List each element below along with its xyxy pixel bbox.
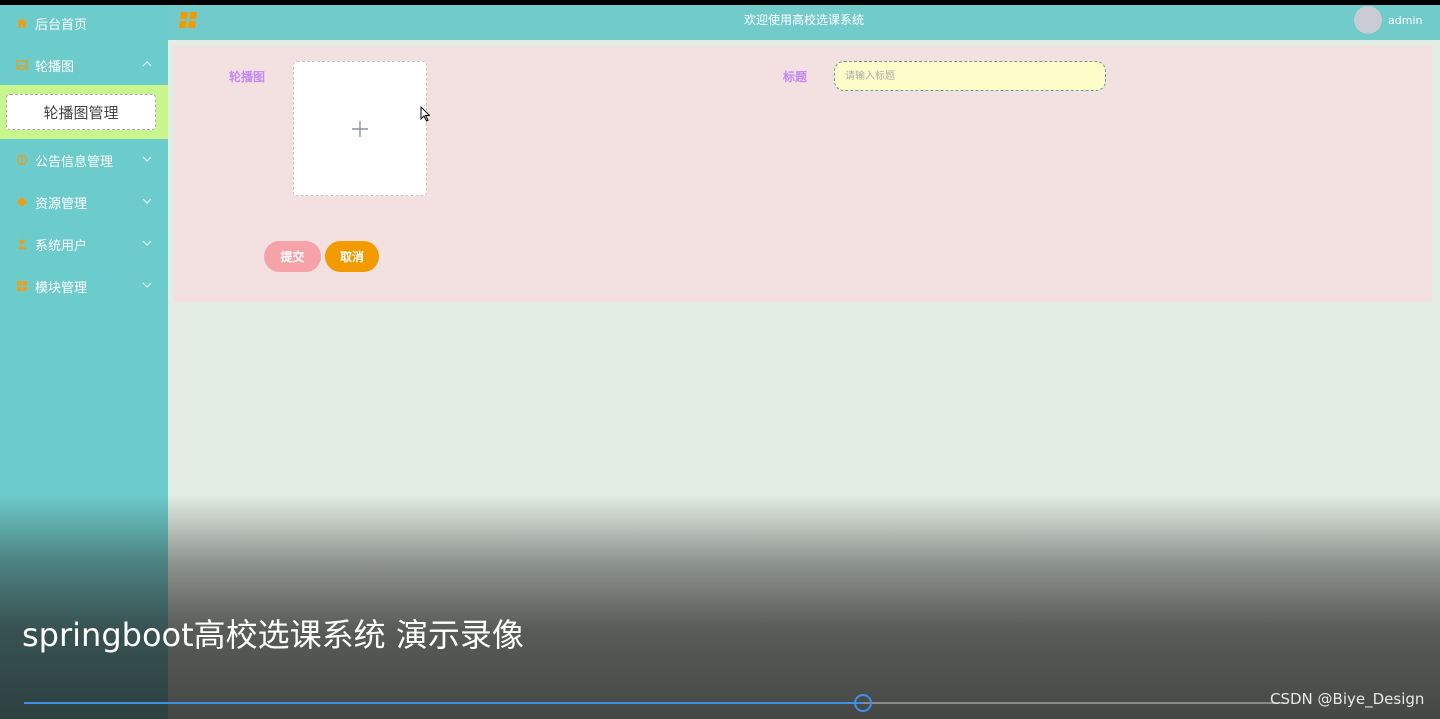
menu-toggle-icon[interactable]	[179, 11, 199, 29]
sidebar-item-home[interactable]: 后台首页	[0, 5, 168, 41]
cancel-button[interactable]: 取消	[325, 241, 379, 272]
sidebar-item-label: 后台首页	[35, 17, 88, 33]
title-label: 标题	[783, 70, 808, 84]
sidebar-item-label: 资源管理	[35, 196, 88, 212]
chevron-down-icon	[142, 156, 152, 162]
diamond-icon	[16, 196, 28, 208]
mouse-cursor-icon	[420, 106, 430, 122]
plus-icon	[352, 120, 368, 137]
sidebar-item-label: 轮播图	[35, 59, 75, 75]
chevron-down-icon	[142, 240, 152, 246]
chevron-up-icon	[142, 61, 152, 67]
sidebar-item-carousel[interactable]: 轮播图	[0, 47, 168, 83]
submenu-item-label: 轮播图管理	[43, 103, 119, 122]
image-uploader[interactable]	[293, 61, 427, 196]
sidebar-item-label: 公告信息管理	[35, 154, 114, 170]
submenu-active-bg: 轮播图管理	[0, 85, 168, 139]
top-header: 欢迎使用高校选课系统 admin	[168, 5, 1440, 40]
image-icon	[16, 59, 28, 71]
sidebar-item-label: 模块管理	[35, 280, 88, 296]
user-icon	[16, 238, 28, 250]
video-progress-fill	[24, 702, 863, 704]
submenu-item-carousel-management[interactable]: 轮播图管理	[6, 94, 156, 130]
avatar[interactable]	[1354, 6, 1382, 34]
chevron-down-icon	[142, 282, 152, 288]
video-title: springboot高校选课系统 演示录像	[22, 616, 524, 654]
sidebar-item-modules[interactable]: 模块管理	[0, 268, 168, 304]
header-title: 欢迎使用高校选课系统	[743, 13, 864, 27]
sidebar-item-notice[interactable]: 公告信息管理	[0, 142, 168, 178]
grid-icon	[16, 280, 28, 292]
form-panel: 轮播图 标题 提交 取消	[174, 46, 1432, 302]
watermark: CSDN @Biye_Design	[1270, 690, 1425, 708]
sidebar-item-resources[interactable]: 资源管理	[0, 184, 168, 220]
notice-icon	[16, 154, 28, 166]
submit-button[interactable]: 提交	[264, 241, 321, 272]
home-icon	[16, 17, 28, 29]
chevron-down-icon	[142, 198, 152, 204]
sidebar-item-label: 系统用户	[35, 238, 88, 254]
carousel-image-label: 轮播图	[229, 70, 266, 84]
video-progress-bar[interactable]	[24, 694, 1284, 712]
user-name[interactable]: admin	[1388, 14, 1422, 27]
video-progress-knob[interactable]	[854, 694, 872, 712]
sidebar-item-users[interactable]: 系统用户	[0, 226, 168, 262]
video-overlay-gradient	[0, 495, 1440, 719]
title-input[interactable]	[834, 61, 1106, 91]
